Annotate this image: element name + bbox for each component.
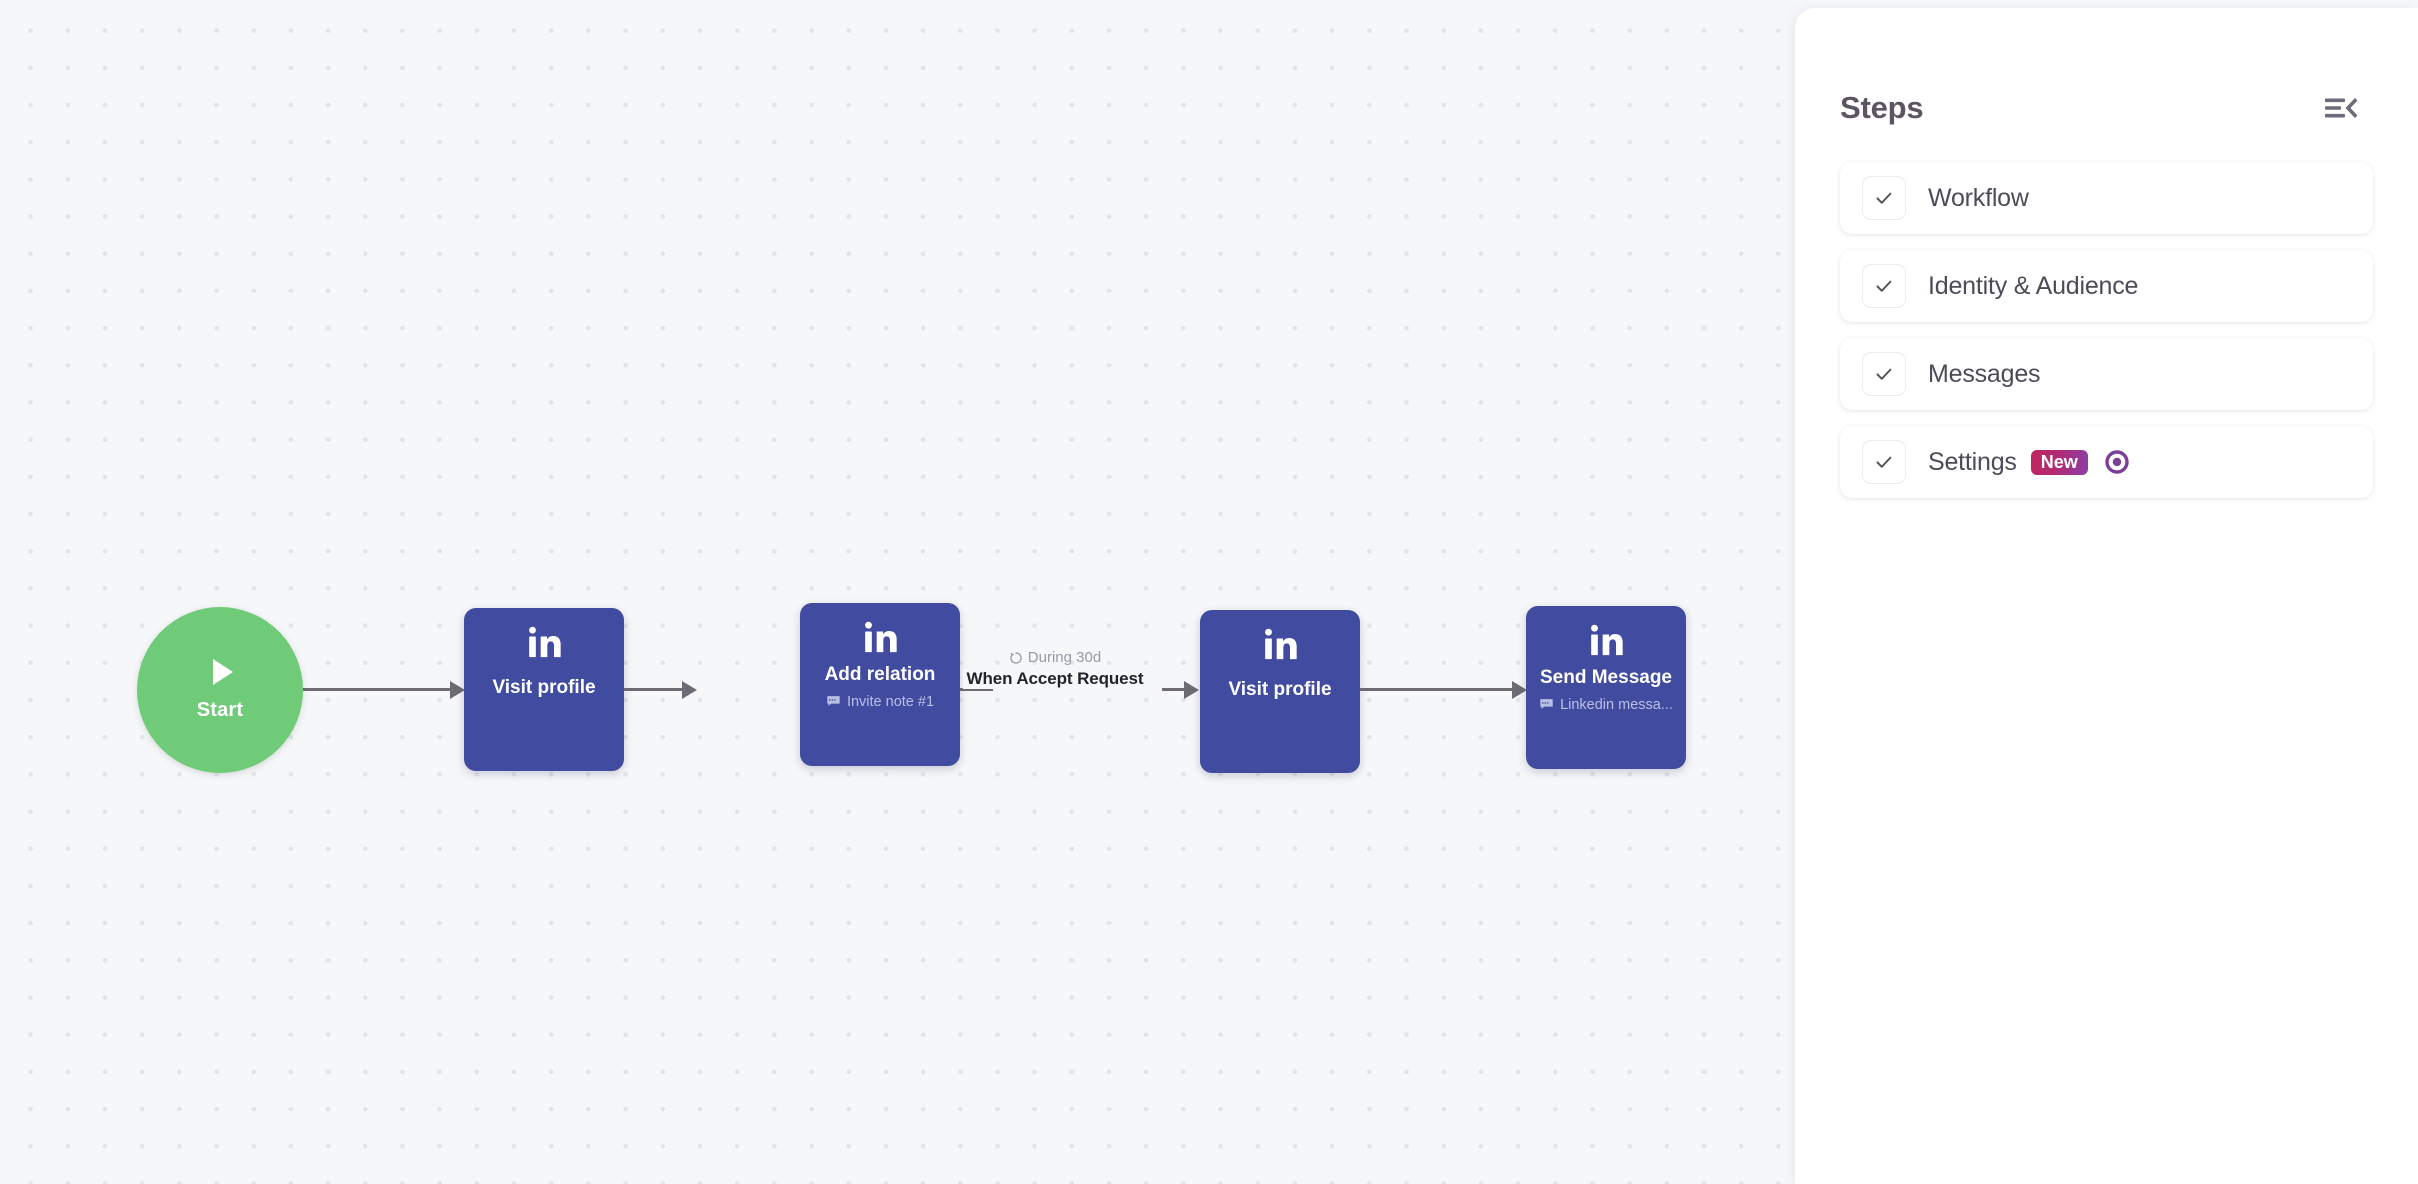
edge-arrow-2 — [682, 681, 697, 699]
node-subtitle-row: Invite note #1 — [826, 694, 934, 710]
message-icon — [827, 696, 840, 707]
step-card-messages[interactable]: Messages — [1840, 338, 2373, 410]
edge-arrow-4 — [1512, 681, 1527, 699]
panel-header: Steps — [1795, 8, 2418, 126]
message-icon — [1540, 699, 1553, 710]
linkedin-icon — [1259, 624, 1301, 666]
check-icon — [1876, 368, 1892, 380]
checkbox-identity-audience[interactable] — [1862, 264, 1906, 308]
edge-duration-label: During 30d — [1009, 649, 1101, 666]
check-icon — [1876, 280, 1892, 292]
edge-arrow-3 — [1184, 681, 1199, 699]
edge-duration-text: During 30d — [1027, 649, 1102, 666]
node-title: Visit profile — [1228, 679, 1332, 700]
new-badge: New — [2030, 449, 2088, 475]
target-icon[interactable] — [2104, 449, 2130, 475]
edge-visit-profile-2-to-send-message — [1360, 688, 1518, 691]
checkbox-workflow[interactable] — [1862, 176, 1906, 220]
workflow-canvas[interactable]: Start Visit profile Add relation Invite … — [0, 0, 1795, 1184]
linkedin-icon — [523, 622, 565, 664]
steps-panel: Steps Workflow Identity & Audience Messa… — [1795, 8, 2418, 1184]
edge-visit-profile-1-to-add-relation — [624, 688, 688, 691]
collapse-panel-icon[interactable] — [2322, 94, 2358, 122]
step-card-workflow[interactable]: Workflow — [1840, 162, 2373, 234]
step-card-identity-audience[interactable]: Identity & Audience — [1840, 250, 2373, 322]
node-send-message[interactable]: Send Message Linkedin messa... — [1526, 606, 1686, 769]
step-label: Workflow — [1928, 183, 2029, 212]
step-label: Messages — [1928, 359, 2041, 388]
linkedin-icon — [1585, 620, 1627, 662]
node-subtitle-text: Linkedin messa... — [1560, 696, 1673, 713]
node-visit-profile-2[interactable]: Visit profile — [1200, 610, 1360, 773]
step-label: Identity & Audience — [1928, 271, 2139, 300]
edge-label-accept-request: During 30d When Accept Request — [905, 649, 1205, 689]
check-icon — [1876, 456, 1892, 468]
linkedin-icon — [859, 617, 901, 659]
node-subtitle-row: Linkedin messa... — [1539, 697, 1673, 713]
refresh-icon — [1010, 651, 1022, 664]
workflow-graph: Start Visit profile Add relation Invite … — [0, 0, 1795, 1184]
check-icon — [1876, 192, 1892, 204]
node-start[interactable]: Start — [137, 607, 303, 773]
edge-condition-text: When Accept Request — [962, 669, 1148, 689]
edge-arrow-1 — [450, 681, 465, 699]
start-node-label: Start — [196, 698, 244, 721]
panel-title: Steps — [1840, 90, 1924, 125]
checkbox-settings[interactable] — [1862, 440, 1906, 484]
app-root: Start Visit profile Add relation Invite … — [0, 0, 2418, 1184]
step-label: Settings — [1928, 447, 2017, 476]
edge-start-to-visit-profile-1 — [303, 688, 456, 691]
steps-list: Workflow Identity & Audience Messages Se… — [1795, 162, 2418, 498]
node-visit-profile-1[interactable]: Visit profile — [464, 608, 624, 771]
play-icon — [212, 658, 233, 685]
node-subtitle-text: Invite note #1 — [846, 693, 935, 710]
node-title: Send Message — [1540, 667, 1672, 688]
node-title: Visit profile — [492, 677, 596, 698]
step-card-settings[interactable]: Settings New — [1840, 426, 2373, 498]
checkbox-messages[interactable] — [1862, 352, 1906, 396]
